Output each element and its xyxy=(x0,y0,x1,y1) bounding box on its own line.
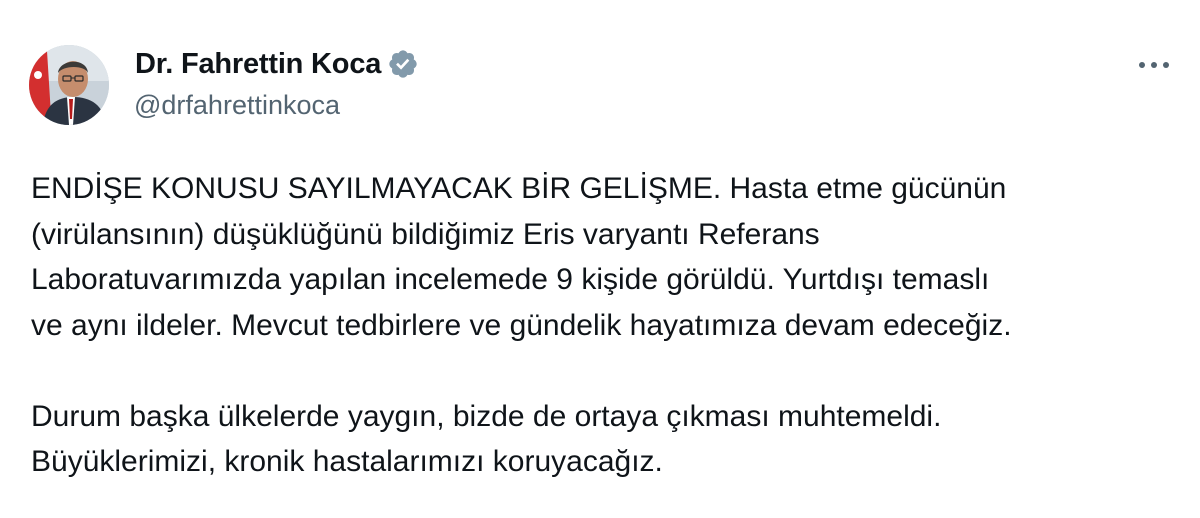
profile-avatar-image xyxy=(29,45,109,125)
tweet-line: ENDİŞE KONUSU SAYILMAYACAK BİR GELİŞME. … xyxy=(31,172,1007,205)
author-name-row: Dr. Fahrettin Koca xyxy=(135,44,419,84)
more-options-button[interactable] xyxy=(1132,50,1176,80)
tweet-body: ENDİŞE KONUSU SAYILMAYACAK BİR GELİŞME. … xyxy=(31,166,1181,485)
tweet-line: Büyüklerimizi, kronik hastalarımızı koru… xyxy=(31,445,663,478)
tweet-line: (virülansının) düşüklüğünü bildiğimiz Er… xyxy=(31,217,820,251)
author-display-name[interactable]: Dr. Fahrettin Koca xyxy=(135,48,381,81)
more-options-icon xyxy=(1139,62,1169,68)
tweet-line: Durum başka ülkelerde yaygın, bizde de o… xyxy=(31,399,942,433)
author-handle[interactable]: @drfahrettinkoca xyxy=(134,90,340,121)
tweet-paragraph: ENDİŞE KONUSU SAYILMAYACAK BİR GELİŞME. … xyxy=(31,166,1181,348)
tweet-paragraph: Durum başka ülkelerde yaygın, bizde de o… xyxy=(31,394,1181,485)
author-avatar[interactable] xyxy=(29,45,109,125)
verified-badge-icon[interactable] xyxy=(387,48,419,80)
tweet-card: Dr. Fahrettin Koca @drfahrettinkoca ENDİ… xyxy=(0,0,1200,518)
tweet-line: ve aynı ildeler. Mevcut tedbirlere ve gü… xyxy=(31,308,1012,342)
tweet-line: Laboratuvarımızda yapılan incelemede 9 k… xyxy=(31,263,990,296)
